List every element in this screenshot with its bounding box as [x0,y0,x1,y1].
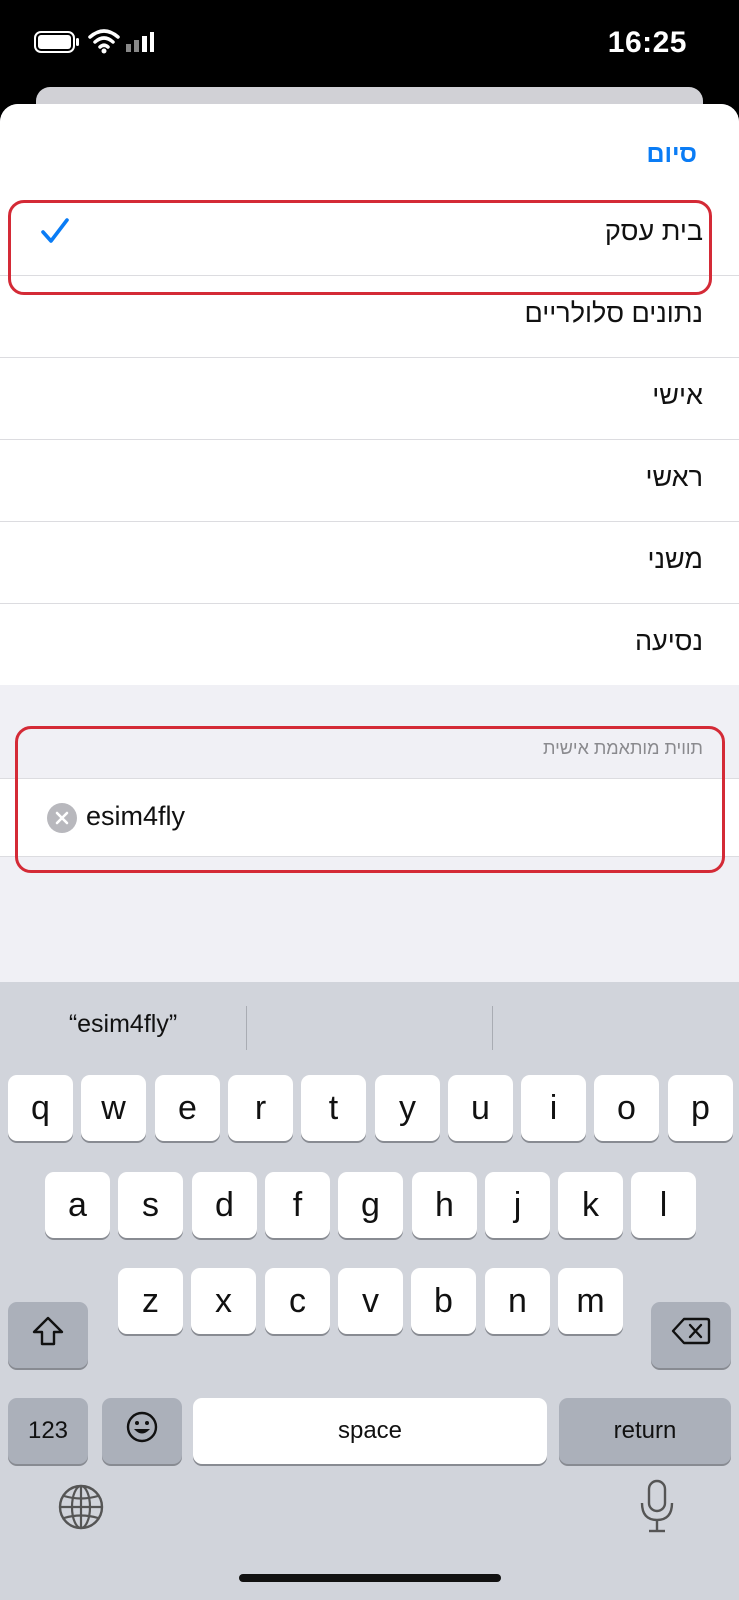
home-indicator [239,1574,501,1582]
globe-icon[interactable] [56,1482,106,1537]
key-e[interactable]: e [155,1075,220,1141]
key-z[interactable]: z [118,1268,183,1334]
key-b[interactable]: b [411,1268,476,1334]
wifi-icon [88,28,120,59]
suggestion-item[interactable]: “esim4fly” [0,982,246,1066]
done-button[interactable]: סיום [646,140,697,169]
label-text: נסיעה [634,626,703,656]
label-text: נתונים סלולריים [524,298,703,328]
custom-label-field[interactable] [0,778,739,857]
key-f[interactable]: f [265,1172,330,1238]
key-k[interactable]: k [558,1172,623,1238]
cellular-icon [125,30,155,59]
clear-text-icon[interactable] [47,803,77,838]
key-v[interactable]: v [338,1268,403,1334]
key-j[interactable]: j [485,1172,550,1238]
status-time: 16:25 [607,26,687,59]
custom-label-input[interactable] [86,793,686,839]
suggestion-item[interactable] [492,982,738,1066]
key-q[interactable]: q [8,1075,73,1141]
custom-label-header: תווית מותאמת אישית [543,738,703,758]
key-i[interactable]: i [521,1075,586,1141]
backspace-icon [671,1316,711,1355]
numbers-key[interactable]: 123 [8,1398,88,1464]
battery-icon [34,30,80,59]
label-row[interactable]: אישי [0,357,739,439]
key-h[interactable]: h [412,1172,477,1238]
label-row[interactable]: נסיעה [0,603,739,685]
key-m[interactable]: m [558,1268,623,1334]
label-row[interactable]: נתונים סלולריים [0,275,739,357]
key-u[interactable]: u [448,1075,513,1141]
microphone-icon[interactable] [637,1478,677,1541]
suggestion-item[interactable] [246,982,492,1066]
key-c[interactable]: c [265,1268,330,1334]
key-l[interactable]: l [631,1172,696,1238]
label-text: בית עסק [604,216,703,246]
label-row[interactable]: משני [0,521,739,603]
key-w[interactable]: w [81,1075,146,1141]
key-s[interactable]: s [118,1172,183,1238]
checkmark-icon [40,216,70,251]
backspace-key[interactable] [651,1302,731,1368]
key-x[interactable]: x [191,1268,256,1334]
keyboard: “esim4fly” 123 space return q w e r t y … [0,982,739,1600]
emoji-icon [125,1410,159,1453]
key-d[interactable]: d [192,1172,257,1238]
key-a[interactable]: a [45,1172,110,1238]
label-row[interactable]: ראשי [0,439,739,521]
label-row[interactable]: בית עסק [0,194,739,275]
key-t[interactable]: t [301,1075,366,1141]
suggestion-bar: “esim4fly” [0,982,739,1066]
key-g[interactable]: g [338,1172,403,1238]
label-text: אישי [652,380,703,410]
key-o[interactable]: o [594,1075,659,1141]
label-list: בית עסק נתונים סלולריים אישי ראשי משני נ… [0,194,739,685]
return-key[interactable]: return [559,1398,731,1464]
shift-key[interactable] [8,1302,88,1368]
emoji-key[interactable] [102,1398,182,1464]
nav-bar: סיום [0,104,739,194]
label-text: משני [647,544,703,574]
key-n[interactable]: n [485,1268,550,1334]
label-text: ראשי [645,462,703,492]
shift-icon [31,1315,65,1356]
status-bar: 16:25 [0,0,739,90]
key-p[interactable]: p [668,1075,733,1141]
space-key[interactable]: space [193,1398,547,1464]
key-y[interactable]: y [375,1075,440,1141]
key-r[interactable]: r [228,1075,293,1141]
